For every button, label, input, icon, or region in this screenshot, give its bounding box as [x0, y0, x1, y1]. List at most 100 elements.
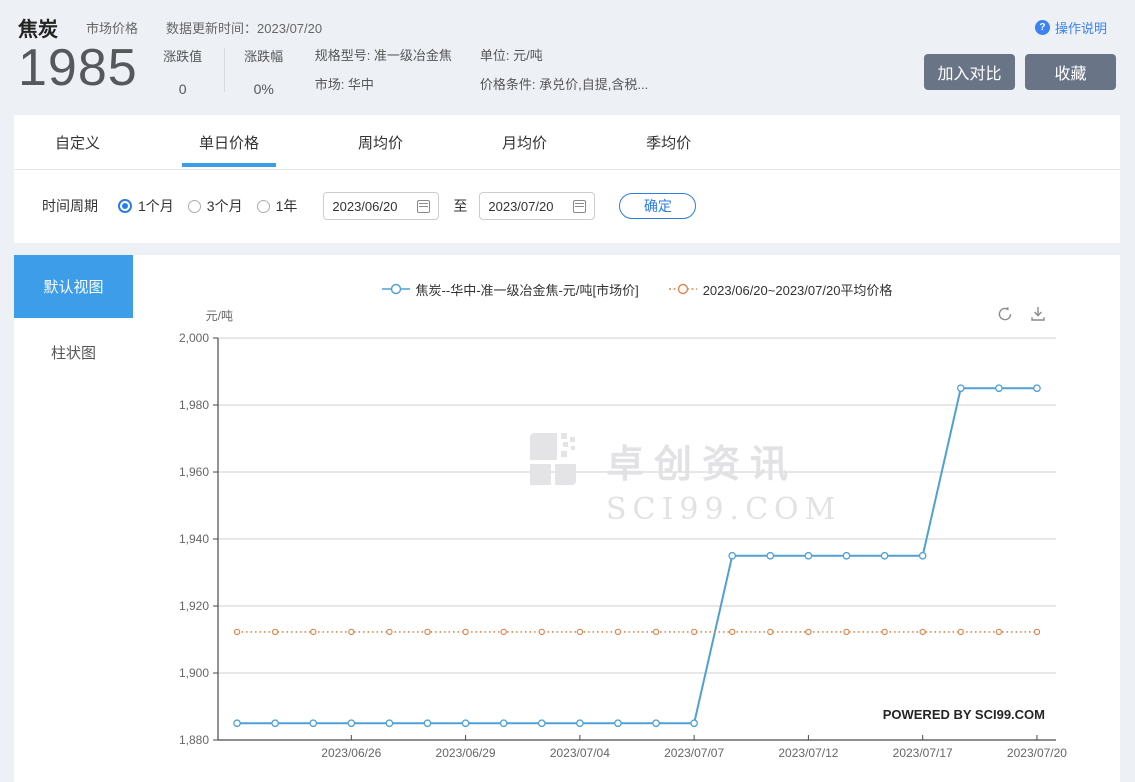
current-price: 1985 [18, 39, 138, 97]
average-point [233, 628, 241, 636]
average-point [767, 628, 774, 636]
radio-icon[interactable] [187, 199, 201, 213]
help-label[interactable]: 操作说明 [1055, 18, 1107, 37]
price-point[interactable] [347, 719, 356, 728]
price-point[interactable] [614, 719, 622, 728]
change-value-label: 涨跌值 [163, 49, 203, 64]
average-point [271, 628, 279, 636]
radio-icon[interactable] [256, 199, 270, 213]
end-date-input[interactable]: 2023/07/20 [479, 192, 596, 220]
average-point [614, 628, 622, 636]
period-radio-1[interactable]: 3个月 [187, 196, 243, 216]
radio-selected-icon[interactable] [118, 199, 132, 213]
y-axis-tick-label: 1,920 [179, 599, 209, 613]
to-label: 至 [453, 198, 468, 214]
start-date-value[interactable]: 2023/06/20 [332, 199, 397, 214]
period-radio-2[interactable]: 1年 [256, 196, 298, 216]
change-pct-column: 涨跌幅 0% [241, 46, 287, 97]
x-axis-tick-label: 2023/07/07 [664, 746, 724, 760]
header-buttons: 加入对比 收藏 [924, 54, 1116, 90]
powered-by-label: POWERED BY SCI99.COM [882, 707, 1045, 722]
average-point [310, 628, 317, 636]
period-radio-0[interactable]: 1个月 [118, 196, 174, 216]
period-radio-label: 1年 [275, 198, 298, 214]
start-date-input[interactable]: 2023/06/20 [323, 192, 440, 220]
price-point[interactable] [766, 551, 775, 560]
question-icon[interactable]: ? [1034, 20, 1050, 35]
tab-2[interactable]: 周均价 [358, 115, 403, 169]
change-pct-label: 涨跌幅 [244, 49, 284, 64]
price-point[interactable] [728, 551, 737, 560]
change-value-column: 涨跌值 0 [160, 46, 206, 97]
average-point [500, 628, 507, 636]
add-compare-button[interactable]: 加入对比 [924, 54, 1015, 90]
tabs-card: 自定义 单日价格 周均价 月均价 季均价 时间周期 1个月 3个月 1年 2023/06/2… [14, 115, 1120, 243]
header: 焦炭 市场价格 数据更新时间：2023/07/20 ? 操作说明 1985 涨跌… [0, 0, 1135, 115]
period-radio-group: 1个月 3个月 1年 [118, 196, 311, 216]
price-type-label: 市场价格 [86, 21, 139, 36]
chart-card: 默认视图 柱状图 焦炭--华中-准一级冶金焦-元/吨[市场价] 2023/06/2… [14, 255, 1120, 782]
price-point[interactable] [385, 719, 394, 728]
price-point[interactable] [652, 719, 660, 728]
tab-1[interactable]: 单日价格 [182, 115, 277, 169]
average-point [690, 628, 698, 636]
average-point [1033, 628, 1041, 636]
price-point[interactable] [842, 551, 851, 560]
tab-3[interactable]: 月均价 [502, 115, 547, 169]
average-point [348, 628, 355, 636]
price-point[interactable] [995, 384, 1003, 393]
average-point [843, 628, 850, 636]
average-point [424, 628, 431, 636]
price-point[interactable] [423, 719, 432, 728]
x-axis-tick-label: 2023/07/12 [778, 746, 838, 760]
calendar-icon[interactable] [417, 199, 431, 213]
end-date-value[interactable]: 2023/07/20 [488, 199, 553, 214]
tab-4[interactable]: 季均价 [646, 115, 691, 169]
x-axis-tick-label: 2023/06/26 [321, 746, 381, 760]
line-chart[interactable]: 2,000 1,980 1,960 1,940 1,920 1,900 1,880 元/吨 20… [14, 255, 1120, 782]
update-time-value: 2023/07/20 [257, 21, 323, 36]
y-axis-tick-label: 1,880 [179, 733, 209, 747]
divider [223, 48, 225, 92]
average-point [957, 628, 964, 636]
price-point[interactable] [537, 719, 546, 728]
average-point [995, 628, 1003, 636]
x-axis-tick-label: 2023/06/29 [436, 746, 496, 760]
average-point [652, 628, 660, 636]
spec-text: 规格型号: 准一级冶金焦 [314, 48, 452, 63]
favorite-button[interactable]: 收藏 [1025, 54, 1116, 90]
price-row: 1985 涨跌值 0 涨跌幅 0% 规格型号: 准一级冶金焦 市场: 华中 单位… [18, 38, 648, 98]
price-point[interactable] [956, 384, 965, 393]
tab-bar: 自定义 单日价格 周均价 月均价 季均价 [14, 115, 1120, 170]
average-point [386, 628, 393, 636]
change-pct-value: 0% [253, 81, 274, 97]
confirm-button[interactable]: 确定 [619, 193, 697, 219]
average-point [729, 628, 736, 636]
price-point[interactable] [690, 719, 698, 728]
average-point [919, 628, 926, 636]
y-axis-tick-label: 1,900 [179, 666, 209, 680]
price-point[interactable] [918, 551, 927, 560]
tab-0[interactable]: 自定义 [55, 115, 100, 169]
y-axis-tick-label: 2,000 [179, 331, 209, 345]
period-row: 时间周期 1个月 3个月 1年 2023/06/20 至 2023/07/20 确定 [14, 170, 1120, 242]
price-point[interactable] [880, 551, 889, 560]
price-point[interactable] [271, 719, 279, 728]
calendar-icon[interactable] [573, 199, 587, 213]
average-point [576, 628, 584, 636]
price-point[interactable] [461, 719, 470, 728]
unit-column: 单位: 元/吨 价格条件: 承兑价,自提,含税... [480, 48, 648, 93]
price-point[interactable] [233, 719, 241, 728]
price-point[interactable] [1033, 384, 1041, 393]
average-point [462, 628, 469, 636]
price-point[interactable] [804, 551, 813, 560]
x-axis-tick-label: 2023/07/04 [550, 746, 610, 760]
price-point[interactable] [499, 719, 508, 728]
market-text: 市场: 华中 [314, 77, 374, 92]
period-radio-label: 1个月 [138, 198, 174, 214]
price-point[interactable] [576, 719, 584, 728]
price-point[interactable] [309, 719, 318, 728]
y-axis-tick-label: 1,980 [179, 398, 209, 412]
unit-text: 单位: 元/吨 [479, 48, 543, 63]
help-link[interactable]: ? 操作说明 [1034, 18, 1107, 37]
